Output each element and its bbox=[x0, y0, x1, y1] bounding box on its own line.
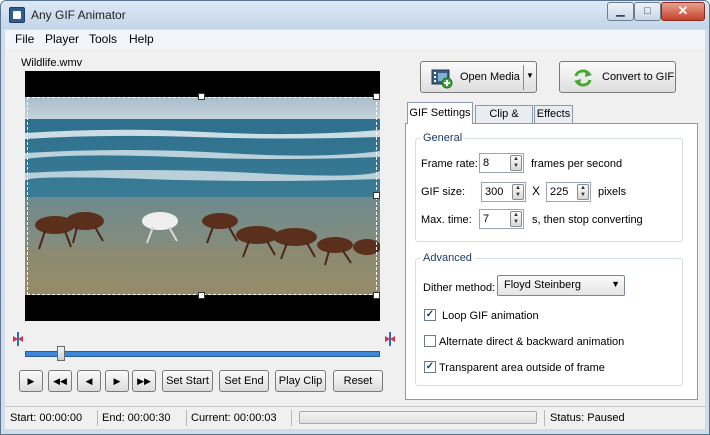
menu-file[interactable]: File bbox=[15, 32, 34, 46]
title-bar[interactable]: Any GIF Animator ▁ □ ✕ bbox=[1, 1, 709, 29]
alternate-label: Alternate direct & backward animation bbox=[439, 336, 625, 348]
max-time-spin-icon[interactable]: ▲ ▼ bbox=[510, 211, 522, 227]
fast-forward-button[interactable]: ▶▶ bbox=[132, 370, 156, 392]
advanced-group-title: Advanced bbox=[420, 252, 475, 264]
step-back-button[interactable]: ◀ bbox=[77, 370, 101, 392]
tab-effects[interactable]: Effects bbox=[534, 105, 573, 123]
gif-height-stepper[interactable]: 225 ▲ ▼ bbox=[546, 182, 591, 202]
set-start-button[interactable]: Set Start bbox=[162, 370, 213, 392]
crop-frame[interactable] bbox=[27, 97, 377, 295]
transparent-checkbox[interactable]: ✓ bbox=[424, 361, 436, 373]
open-media-label: Open Media bbox=[460, 71, 520, 83]
max-time-value: 7 bbox=[483, 213, 490, 225]
play-clip-button[interactable]: Play Clip bbox=[275, 370, 326, 392]
status-divider bbox=[291, 410, 292, 426]
convert-to-gif-button[interactable]: Convert to GIF bbox=[559, 61, 676, 93]
crop-handle-bottom-right[interactable] bbox=[373, 292, 380, 299]
max-time-stepper[interactable]: 7 ▲ ▼ bbox=[479, 209, 524, 229]
minimize-button[interactable]: ▁ bbox=[607, 2, 634, 21]
frame-rate-spin-icon[interactable]: ▲ ▼ bbox=[510, 155, 522, 171]
set-end-button[interactable]: Set End bbox=[219, 370, 269, 392]
status-divider bbox=[186, 410, 187, 426]
maximize-button[interactable]: □ bbox=[634, 2, 661, 21]
conversion-progress-bar bbox=[299, 411, 537, 424]
file-name-label: Wildlife.wmv bbox=[21, 57, 83, 69]
end-marker-icon[interactable] bbox=[385, 332, 395, 346]
app-icon bbox=[9, 7, 25, 23]
gif-width-stepper[interactable]: 300 ▲ ▼ bbox=[481, 182, 526, 202]
gif-height-spin-icon[interactable]: ▲ ▼ bbox=[577, 184, 589, 200]
dither-method-select[interactable]: Floyd Steinberg ▼ bbox=[497, 275, 625, 296]
menu-tools[interactable]: Tools bbox=[89, 32, 117, 46]
open-media-button[interactable]: Open Media ▼ bbox=[420, 61, 537, 93]
dither-method-label: Dither method: bbox=[423, 282, 496, 294]
convert-label: Convert to GIF bbox=[602, 71, 675, 83]
frame-rate-stepper[interactable]: 8 ▲ ▼ bbox=[479, 153, 524, 173]
dropdown-divider bbox=[523, 65, 524, 90]
gif-size-label: GIF size: bbox=[421, 186, 466, 198]
dither-method-value: Floyd Steinberg bbox=[504, 279, 582, 291]
timeline-thumb[interactable] bbox=[57, 346, 65, 361]
app-window: Any GIF Animator ▁ □ ✕ File Player Tools… bbox=[0, 0, 710, 435]
size-separator: X bbox=[532, 184, 541, 198]
play-button[interactable]: ▶ bbox=[19, 370, 43, 392]
tab-clip-crop[interactable]: Clip & Crop bbox=[475, 105, 533, 136]
menu-player[interactable]: Player bbox=[45, 32, 79, 46]
reset-button[interactable]: Reset bbox=[333, 370, 383, 392]
status-start: Start: 00:00:00 bbox=[10, 412, 83, 424]
loop-checkbox[interactable]: ✓ bbox=[424, 309, 436, 321]
alternate-checkbox[interactable] bbox=[424, 335, 436, 347]
frame-rate-label: Frame rate: bbox=[421, 158, 478, 170]
frame-rate-unit: frames per second bbox=[531, 158, 623, 170]
crop-handle-top-right[interactable] bbox=[373, 93, 380, 100]
gif-width-value: 300 bbox=[485, 186, 504, 198]
crop-handle-bottom[interactable] bbox=[198, 292, 205, 299]
film-icon bbox=[431, 69, 453, 89]
status-divider bbox=[97, 410, 98, 426]
menu-bar: File Player Tools Help bbox=[5, 30, 705, 49]
loop-label: Loop GIF animation bbox=[442, 310, 539, 322]
gif-size-unit: pixels bbox=[598, 186, 627, 198]
tab-gif-settings[interactable]: GIF Settings bbox=[407, 102, 473, 124]
status-current: Current: 00:00:03 bbox=[191, 412, 277, 424]
frame-rate-value: 8 bbox=[483, 157, 490, 169]
status-state: Status: Paused bbox=[550, 412, 625, 424]
max-time-label: Max. time: bbox=[421, 214, 472, 226]
crop-handle-right[interactable] bbox=[373, 192, 380, 199]
convert-arrows-icon bbox=[574, 69, 592, 87]
timeline-slider[interactable] bbox=[25, 351, 380, 357]
chevron-down-icon[interactable]: ▼ bbox=[526, 71, 534, 80]
menu-help[interactable]: Help bbox=[129, 32, 154, 46]
transparent-label: Transparent area outside of frame bbox=[439, 362, 605, 374]
step-forward-button[interactable]: ▶ bbox=[105, 370, 129, 392]
status-end: End: 00:00:30 bbox=[102, 412, 171, 424]
gif-height-value: 225 bbox=[550, 186, 569, 198]
max-time-unit: s, then stop converting bbox=[532, 214, 643, 226]
close-button[interactable]: ✕ bbox=[661, 2, 705, 21]
start-marker-icon[interactable] bbox=[13, 332, 23, 346]
status-divider bbox=[544, 410, 545, 426]
crop-handle-top[interactable] bbox=[198, 93, 205, 100]
window-title: Any GIF Animator bbox=[31, 8, 126, 22]
chevron-down-icon: ▼ bbox=[611, 279, 620, 289]
general-group-title: General bbox=[420, 132, 466, 144]
gif-width-spin-icon[interactable]: ▲ ▼ bbox=[512, 184, 524, 200]
rewind-button[interactable]: ◀◀ bbox=[48, 370, 72, 392]
